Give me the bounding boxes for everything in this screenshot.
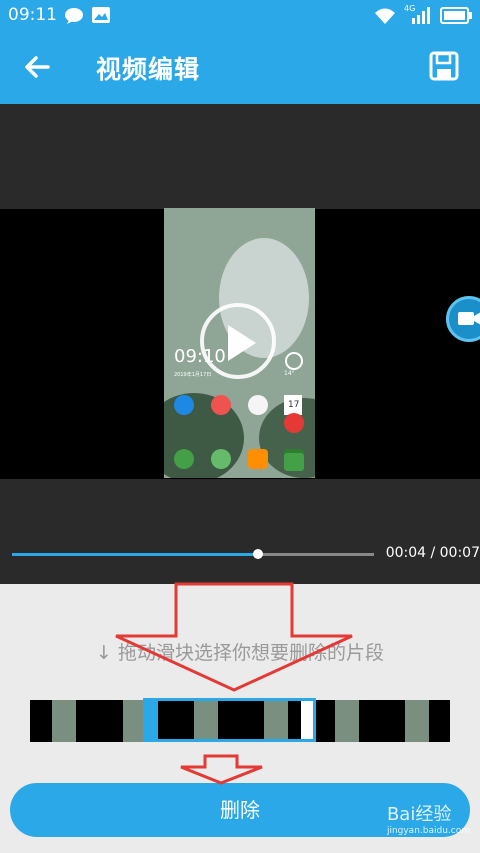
filmstrip-frame bbox=[405, 700, 429, 742]
wifi-icon bbox=[374, 7, 396, 28]
play-icon bbox=[228, 325, 256, 361]
page-title: 视频编辑 bbox=[96, 55, 201, 84]
signal-icon bbox=[410, 7, 430, 28]
selection-handle-right[interactable] bbox=[301, 701, 313, 739]
video-player[interactable]: 09:10 2019年1月17日 14° 17 bbox=[0, 104, 480, 524]
seek-bar-progress bbox=[12, 553, 259, 556]
hint-text: ↓ 拖动滑块选择你想要删除的片段 bbox=[96, 642, 384, 664]
seek-bar[interactable] bbox=[12, 549, 374, 559]
watermark: Bai经验 jingyan.baidu.com bbox=[387, 800, 470, 836]
time-readout: 00:04 / 00:07 bbox=[385, 545, 480, 561]
image-icon bbox=[92, 7, 110, 27]
chat-icon bbox=[64, 7, 84, 29]
filmstrip-frame bbox=[52, 700, 76, 742]
status-time: 09:11 bbox=[8, 5, 57, 25]
battery-icon bbox=[440, 7, 472, 28]
save-button[interactable] bbox=[428, 50, 462, 84]
annotation-arrow-large bbox=[115, 582, 353, 692]
filmstrip-frame bbox=[335, 700, 359, 742]
preview-date: 2019年1月17日 bbox=[174, 372, 212, 378]
back-arrow-icon bbox=[25, 56, 50, 78]
selection-handle-left[interactable] bbox=[146, 701, 158, 739]
video-camera-icon bbox=[458, 312, 480, 325]
playback-controls: 00:04 / 00:07 bbox=[0, 524, 480, 584]
floating-camera-button[interactable] bbox=[446, 296, 480, 342]
status-bar: 09:11 4G bbox=[0, 0, 480, 30]
play-button[interactable] bbox=[200, 303, 276, 379]
save-icon bbox=[429, 51, 459, 81]
preview-calendar-day: 17 bbox=[288, 400, 300, 410]
seek-bar-thumb[interactable] bbox=[253, 549, 264, 559]
app-bar: 视频编辑 bbox=[0, 30, 480, 104]
annotation-arrow-small bbox=[180, 754, 263, 785]
watermark-url: jingyan.baidu.com bbox=[386, 826, 470, 836]
watermark-brand: Bai经验 bbox=[386, 804, 452, 825]
preview-temp: 14° bbox=[284, 370, 295, 377]
selection-range[interactable] bbox=[143, 698, 316, 742]
back-button[interactable] bbox=[20, 50, 54, 84]
